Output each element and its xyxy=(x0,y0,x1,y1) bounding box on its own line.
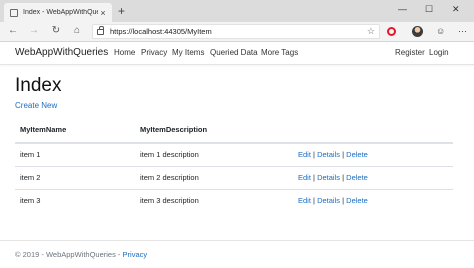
close-window-icon[interactable]: ✕ xyxy=(452,4,460,15)
favorite-star-icon[interactable]: ☆ xyxy=(367,26,375,37)
item-description-cell: item 2 description xyxy=(135,165,293,189)
row-actions: Edit | Details | Delete xyxy=(293,142,453,166)
separator: | xyxy=(342,173,345,182)
separator: | xyxy=(313,150,315,160)
column-header-name: MyItemName xyxy=(15,116,135,144)
edit-link[interactable]: Edit xyxy=(298,150,311,159)
page-footer: © 2019 - WebAppWithQueries - Privacy xyxy=(0,240,474,259)
tab-title: Index - WebAppWithQueries xyxy=(23,9,98,16)
items-table: MyItemName MyItemDescription item 1 item… xyxy=(15,116,453,212)
item-description-cell: item 3 description xyxy=(135,188,293,212)
nav-privacy[interactable]: Privacy xyxy=(141,48,167,57)
column-header-description: MyItemDescription xyxy=(135,116,293,144)
item-name-cell: item 2 xyxy=(15,165,135,189)
delete-link[interactable]: Delete xyxy=(346,173,368,182)
opera-extension-icon[interactable] xyxy=(387,27,396,36)
url-text: https://localhost:44305/MyItem xyxy=(110,27,212,36)
item-name-cell: item 1 xyxy=(15,142,135,166)
nav-register[interactable]: Register xyxy=(395,48,425,57)
home-icon[interactable]: ⌂ xyxy=(70,25,84,36)
table-row: item 3 item 3 description Edit | Details… xyxy=(15,188,453,212)
browser-tab[interactable]: Index - WebAppWithQueries × xyxy=(4,3,112,22)
table-row: item 2 item 2 description Edit | Details… xyxy=(15,165,453,189)
delete-link[interactable]: Delete xyxy=(346,150,368,159)
footer-privacy-link[interactable]: Privacy xyxy=(123,250,148,259)
new-tab-button[interactable]: + xyxy=(118,4,125,18)
site-navbar: WebAppWithQueries Home Privacy My Items … xyxy=(0,43,474,65)
row-actions: Edit | Details | Delete xyxy=(293,165,453,189)
nav-queried-data[interactable]: Queried Data xyxy=(210,48,258,57)
delete-link[interactable]: Delete xyxy=(346,196,368,205)
browser-toolbar: ← → ↻ ⌂ https://localhost:44305/MyItem ☆… xyxy=(0,22,474,42)
item-description-cell: item 1 description xyxy=(135,142,293,166)
smiley-feedback-icon[interactable]: ☺ xyxy=(436,26,445,36)
row-actions: Edit | Details | Delete xyxy=(293,188,453,212)
details-link[interactable]: Details xyxy=(317,196,340,205)
back-icon[interactable]: ← xyxy=(6,25,20,36)
nav-more-tags[interactable]: More Tags xyxy=(261,48,298,57)
table-row: item 1 item 1 description Edit | Details… xyxy=(15,142,453,166)
nav-home[interactable]: Home xyxy=(114,48,135,57)
brand-link[interactable]: WebAppWithQueries xyxy=(15,47,108,58)
column-header-actions xyxy=(293,116,453,144)
separator: | xyxy=(313,196,315,206)
edit-link[interactable]: Edit xyxy=(298,173,311,182)
separator: | xyxy=(342,196,345,206)
nav-my-items[interactable]: My Items xyxy=(172,48,204,57)
separator: | xyxy=(342,150,345,160)
edit-link[interactable]: Edit xyxy=(298,196,311,205)
item-name-cell: item 3 xyxy=(15,188,135,212)
details-link[interactable]: Details xyxy=(317,150,340,159)
maximize-icon[interactable]: ☐ xyxy=(425,4,433,15)
more-menu-icon[interactable]: ⋯ xyxy=(458,26,467,37)
minimize-icon[interactable]: — xyxy=(398,4,407,14)
forward-icon[interactable]: → xyxy=(27,25,41,36)
page-icon xyxy=(10,8,18,17)
separator: | xyxy=(313,173,315,182)
browser-tab-strip: Index - WebAppWithQueries × + — ☐ ✕ xyxy=(0,0,474,22)
nav-login[interactable]: Login xyxy=(429,48,449,57)
refresh-icon[interactable]: ↻ xyxy=(49,25,63,36)
address-bar[interactable]: https://localhost:44305/MyItem ☆ xyxy=(92,24,380,39)
lock-icon xyxy=(97,25,104,35)
profile-avatar[interactable] xyxy=(412,26,423,37)
details-link[interactable]: Details xyxy=(317,173,340,182)
footer-text: © 2019 - WebAppWithQueries - xyxy=(15,250,123,259)
page-title: Index xyxy=(15,75,62,96)
create-new-link[interactable]: Create New xyxy=(15,101,57,110)
table-header-row: MyItemName MyItemDescription xyxy=(15,116,453,144)
tab-close-icon[interactable]: × xyxy=(98,8,108,18)
